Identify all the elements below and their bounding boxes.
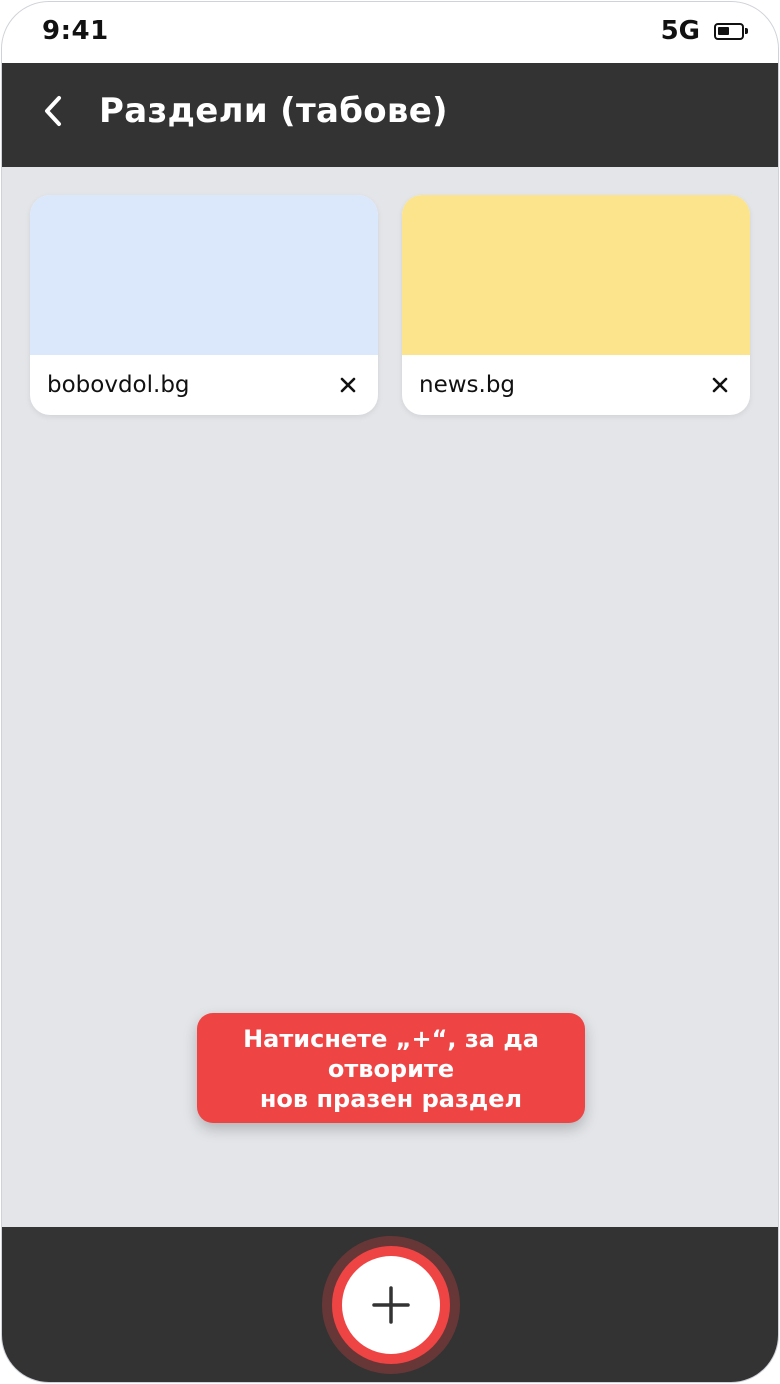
close-tab-button[interactable]: [334, 371, 362, 399]
tab-preview[interactable]: [30, 195, 378, 355]
tab-footer: news.bg: [402, 355, 750, 415]
hint-toast: Натиснете „+“, за да отворите нов празен…: [197, 1013, 585, 1123]
tab-label: bobovdol.bg: [47, 372, 190, 398]
status-bar: 9:41 5G: [2, 2, 778, 63]
close-tab-button[interactable]: [706, 371, 734, 399]
network-indicator: 5G: [660, 16, 700, 46]
bottom-bar: [2, 1227, 778, 1382]
tab-grid: bobovdol.bg news.bg: [30, 195, 750, 415]
phone-frame: 9:41 5G Раздели (табове) bobovdol.bg new…: [1, 1, 779, 1383]
battery-icon: [714, 22, 748, 40]
tab-card[interactable]: bobovdol.bg: [30, 195, 378, 415]
close-icon: [712, 377, 728, 393]
tab-footer: bobovdol.bg: [30, 355, 378, 415]
add-tab-button[interactable]: [332, 1246, 450, 1364]
app-bar: Раздели (табове): [2, 63, 778, 167]
plus-icon: [372, 1286, 410, 1324]
chevron-left-icon: [45, 96, 61, 126]
page-title: Раздели (табове): [99, 91, 448, 131]
tab-card[interactable]: news.bg: [402, 195, 750, 415]
tab-preview[interactable]: [402, 195, 750, 355]
add-tab-inner: [342, 1256, 440, 1354]
back-button[interactable]: [30, 87, 78, 135]
status-time: 9:41: [42, 16, 109, 46]
close-icon: [340, 377, 356, 393]
battery-level: [718, 26, 729, 35]
tab-label: news.bg: [419, 372, 516, 398]
status-indicators: 5G: [660, 16, 748, 46]
